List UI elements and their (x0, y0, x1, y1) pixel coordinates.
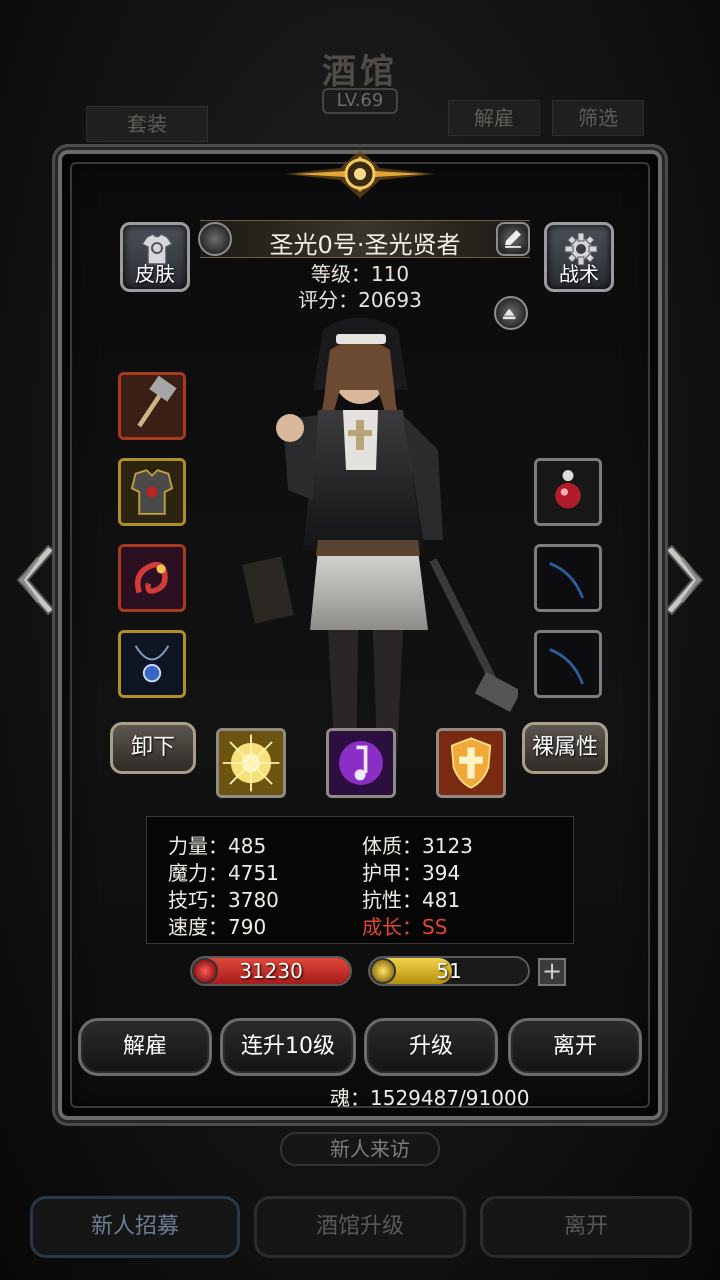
suit-button: 套装 (86, 106, 208, 142)
equip-slot-empty-1[interactable] (534, 544, 602, 612)
attr-skill: 技巧：3780 (168, 888, 279, 912)
holy-shield-icon (439, 731, 503, 795)
prev-hero-arrow-icon[interactable] (8, 540, 62, 620)
dragon-icon (121, 547, 183, 609)
new-visitor-button: 新人来访 (280, 1132, 440, 1166)
tavern-leave-button: 离开 (480, 1196, 692, 1258)
equip-slot-orb[interactable] (534, 458, 602, 526)
attr-resistance: 抗性：481 (362, 888, 461, 912)
add-energy-button[interactable]: + (538, 958, 566, 986)
amulet-icon (121, 633, 183, 695)
hero-name: 圣光0号·圣光贤者 (269, 231, 461, 259)
hp-bar: 31230 (190, 956, 352, 986)
unequip-button[interactable]: 卸下 (110, 722, 196, 774)
hero-level: 等级：110 (310, 262, 410, 286)
soul-counter: 魂：1529487/91000 (330, 1086, 530, 1110)
hp-value: 31230 (239, 959, 303, 983)
level-up-button[interactable]: 升级 (364, 1018, 498, 1076)
armor-icon (121, 461, 183, 523)
naked-attributes-button[interactable]: 裸属性 (522, 722, 608, 774)
panel-emblem-icon (285, 142, 435, 204)
attr-constitution: 体质：3123 (362, 834, 473, 858)
music-note-icon (329, 731, 393, 795)
hammer-icon (121, 375, 183, 437)
next-hero-arrow-icon[interactable] (658, 540, 712, 620)
filter-button: 筛选 (552, 100, 644, 136)
hero-portrait (228, 300, 522, 800)
dismiss-hero-button[interactable]: 解雇 (78, 1018, 212, 1076)
attr-speed: 速度：790 (168, 915, 267, 939)
attr-magic: 魔力：4751 (168, 861, 279, 885)
level-up-10-button[interactable]: 连升10级 (220, 1018, 356, 1076)
skill-slot-3[interactable] (436, 728, 506, 798)
hero-class-icon[interactable] (198, 222, 232, 256)
skill-slot-2[interactable] (326, 728, 396, 798)
holy-burst-icon (219, 731, 283, 795)
leave-button[interactable]: 离开 (508, 1018, 642, 1076)
skill-slot-1[interactable] (216, 728, 286, 798)
tavern-title: 酒馆 (322, 52, 398, 92)
rename-edit-icon[interactable] (496, 222, 530, 256)
equip-slot-accessory[interactable] (118, 544, 186, 612)
equip-slot-empty-2[interactable] (534, 630, 602, 698)
orb-icon (537, 461, 599, 523)
attr-strength: 力量：485 (168, 834, 267, 858)
tavern-level: LV.69 (322, 88, 398, 114)
hero-name-plate: 圣光0号·圣光贤者 (200, 220, 530, 259)
recruit-button: 新人招募 (30, 1196, 240, 1258)
energy-value: 51 (436, 959, 462, 983)
equip-slot-weapon[interactable] (118, 372, 186, 440)
attr-armor: 护甲：394 (362, 861, 461, 885)
equip-slot-amulet[interactable] (118, 630, 186, 698)
attr-growth: 成长：SS (362, 915, 448, 939)
empty-slot-icon (537, 547, 599, 609)
tavern-upgrade-button: 酒馆升级 (254, 1196, 466, 1258)
equip-slot-armor[interactable] (118, 458, 186, 526)
energy-bar: 51 (368, 956, 530, 986)
bg-dismiss-button: 解雇 (448, 100, 540, 136)
empty-slot-icon (537, 633, 599, 695)
